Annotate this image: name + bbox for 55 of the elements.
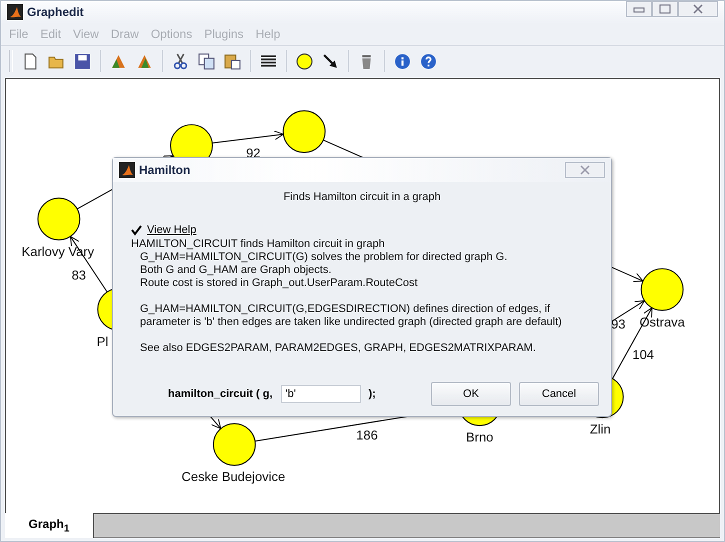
help-text: Route cost is stored in Graph_out.UserParam.RouteCost	[139, 277, 418, 290]
view-help-checkbox[interactable]: View Help	[131, 224, 196, 236]
flame-logo-icon	[7, 4, 23, 20]
menu-item[interactable]: File	[9, 27, 28, 41]
graph-node	[282, 110, 326, 153]
argument-field[interactable]: 'b'	[280, 385, 361, 403]
close-button[interactable]	[678, 1, 718, 17]
menu-item[interactable]: Edit	[40, 27, 62, 41]
dialog-title: Hamilton	[139, 163, 190, 177]
node-label: Zlin	[590, 422, 611, 437]
help-text: Both G and G_HAM are Graph objects.	[139, 264, 332, 277]
help-text: G_HAM=HAMILTON_CIRCUIT(G) solves the problem for directed graph G.	[139, 251, 508, 264]
edge-weight: 93	[611, 316, 626, 332]
window-title: Graphedit	[27, 5, 84, 19]
cancel-button[interactable]: Cancel	[519, 382, 599, 406]
node-label: Ceske Budejovice	[182, 469, 286, 484]
list-icon[interactable]	[260, 52, 277, 70]
function-call-label: hamilton_circuit ( g,	[168, 388, 273, 400]
ok-button[interactable]: OK	[431, 382, 511, 406]
maximize-icon[interactable]	[659, 4, 671, 14]
edge-weight: 186	[356, 428, 378, 442]
minimize-icon[interactable]	[633, 5, 645, 13]
menu-item[interactable]: Help	[256, 27, 280, 41]
arrow-icon[interactable]	[322, 52, 339, 70]
minimize-button[interactable]	[626, 1, 652, 17]
paste-icon[interactable]	[224, 52, 241, 70]
help-text: HAMILTON_CIRCUIT finds Hamilton circuit in graph	[131, 238, 386, 251]
graph-tab[interactable]: Graph$_{1}$	[5, 513, 94, 538]
copy-icon[interactable]	[198, 52, 215, 70]
maximize-button[interactable]	[652, 1, 678, 17]
flame-logo-icon	[119, 162, 135, 178]
menu-item[interactable]: Plugins	[204, 27, 244, 41]
help-icon[interactable]	[420, 52, 437, 70]
info-icon[interactable]	[394, 52, 411, 70]
dialog-description: Finds Hamilton circuit in a graph	[282, 191, 442, 203]
help-text: G_HAM=HAMILTON_CIRCUIT(G,EDGESDIRECTION) defines direction of edges, if	[139, 303, 550, 316]
save-icon[interactable]	[74, 52, 91, 70]
node-label: Brno	[466, 430, 494, 444]
help-text: parameter is 'b' then edges are taken like undirected graph (directed graph are default)	[139, 316, 562, 329]
close-icon[interactable]	[692, 4, 704, 14]
graph-node	[37, 198, 80, 240]
node-label: Pl	[96, 334, 108, 350]
checkbox[interactable]	[131, 224, 142, 236]
help-text: See also EDGES2PARAM, PARAM2EDGES, GRAPH, EDGES2MATRIXPARAM.	[139, 342, 536, 355]
menu-item[interactable]: View	[73, 27, 99, 41]
menu-item[interactable]: Options	[150, 27, 192, 41]
menu-item[interactable]: Draw	[110, 27, 139, 41]
circle-icon[interactable]	[296, 52, 313, 70]
edge-weight: 83	[72, 268, 86, 283]
figure-icon[interactable]	[136, 52, 153, 70]
figure-icon[interactable]	[110, 52, 127, 70]
new-file-icon[interactable]	[22, 52, 39, 70]
edge-weight: 104	[632, 347, 654, 362]
cut-icon[interactable]	[172, 52, 189, 70]
function-call-label: );	[368, 388, 376, 400]
